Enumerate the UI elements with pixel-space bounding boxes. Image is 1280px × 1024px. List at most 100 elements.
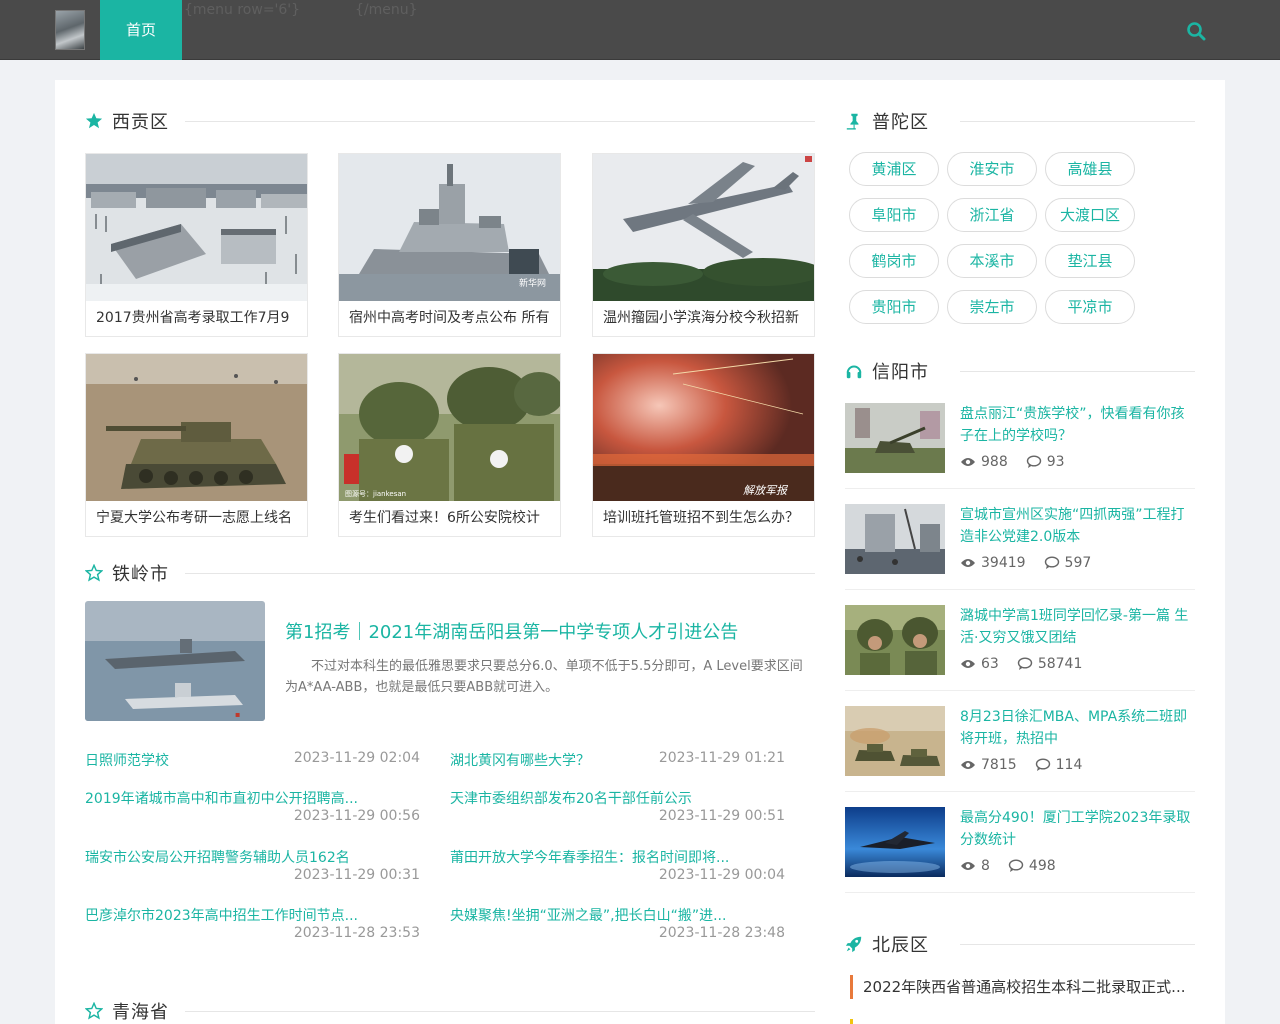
hot-list-item[interactable] [850,1019,863,1024]
card-image-soldiers: 图源号：jiankesan [339,354,560,501]
comment-count: 93 [1046,454,1065,470]
star-solid-icon [85,112,103,129]
card-image-snowy-city [86,154,307,301]
region-tag[interactable]: 淮安市 [947,152,1037,186]
comment-icon [1008,859,1024,872]
region-tag[interactable]: 鹤岗市 [849,244,939,278]
news-link[interactable]: 2019年诸城市高中和市直初中公开招聘高... [85,788,358,808]
list-divider [845,690,1195,691]
news-card[interactable]: 新华网 宿州中高考时间及考点公布 所有 [338,153,561,337]
region-tag[interactable]: 崇左市 [947,290,1037,324]
news-date: 2023-11-29 00:51 [658,808,785,824]
region-tag[interactable]: 阜阳市 [849,198,939,232]
news-link[interactable]: 巴彦淖尔市2023年高中招生工作时间节点... [85,905,358,925]
side-article-meta: 63 58741 [960,656,1082,672]
comment-icon [1026,455,1041,468]
view-count: 39419 [981,555,1026,571]
news-date: 2023-11-28 23:53 [293,925,420,941]
main-content: 西贡区 2017贵州省高考录取工作7月9 新华网 宿州中高考时间及考点公布 所有… [55,80,1225,1024]
section-title-text: 北辰区 [872,935,929,956]
news-link[interactable]: 瑞安市公安局公开招聘警务辅助人员162名 [85,847,350,867]
star-outline-icon [85,564,103,582]
news-card[interactable]: 宁夏大学公布考研一志愿上线名 [85,353,308,537]
thumbtack-icon [846,113,859,130]
eye-icon [961,862,975,870]
featured-description: 不过对本科生的最低雅思要求只要总分6.0、单项不低于5.5分即可，A Level… [285,659,803,695]
card-caption: 宁夏大学公布考研一志愿上线名 [96,510,292,526]
section-divider [185,573,815,574]
news-link[interactable]: 天津市委组织部发布20名干部任前公示 [450,788,692,808]
side-article-link[interactable]: 盘点丽江“贵族学校”，快看看有你孩子在上的学校吗？ [960,403,1195,447]
news-date: 2023-11-29 02:04 [293,750,420,766]
rank-bar [850,1019,853,1024]
side-thumb-field-gun[interactable] [845,403,945,473]
card-watermark: 图源号：jiankesan [345,489,406,498]
region-tag[interactable]: 浙江省 [947,198,1037,232]
section-divider [960,944,1195,945]
section-title-text: 青海省 [112,1002,169,1023]
side-thumb-stealth-jet[interactable] [845,807,945,877]
site-logo[interactable] [55,10,85,50]
news-card[interactable]: 解放军报 培训班托管班招不到生怎么办？ [592,353,815,537]
side-article-link[interactable]: 潞城中学高1班同学回忆录-第一篇 生活·又穷又饿又团结 [960,605,1195,649]
region-tag[interactable]: 大渡口区 [1045,198,1135,232]
side-article-meta: 7815 114 [960,757,1082,773]
section-divider [960,371,1195,372]
rank-bar [850,975,853,999]
section-divider [185,1011,815,1012]
card-watermark: 解放军报 [743,484,789,497]
news-link[interactable]: 湖北黄冈有哪些大学？ [450,750,590,770]
news-date: 2023-11-28 23:48 [658,925,785,941]
headphones-icon [846,365,862,379]
hot-item-title: 2022年陕西省普通高校招生本科二批录取正式... [863,978,1186,996]
section-title-text: 信阳市 [872,362,929,383]
nav-home-tab[interactable]: 首页 [100,0,182,60]
view-count: 7815 [981,757,1017,773]
side-thumb-soldiers[interactable] [845,605,945,675]
eye-icon [961,660,975,668]
section-divider [185,121,815,122]
hot-list-item[interactable]: 2022年陕西省普通高校招生本科二批录取正式... [850,975,1185,999]
card-image-warship: 新华网 [339,154,560,301]
comment-count: 498 [1028,858,1056,874]
card-watermark: 新华网 [519,277,546,289]
side-thumb-ship-deck[interactable] [845,504,945,574]
side-article-link[interactable]: 宣城市宣州区实施“四抓两强”工程打造非公党建2.0版本 [960,504,1195,548]
list-divider [845,589,1195,590]
search-icon[interactable] [1186,21,1206,41]
sidebar-title-beichen: 北辰区 [845,932,1195,956]
menu-template-close: {/menu} [355,2,418,18]
side-article-link[interactable]: 8月23日徐汇MBA、MPA系统二班即将开班，热招中 [960,706,1195,750]
region-tag[interactable]: 贵阳市 [849,290,939,324]
section-title-xigong: 西贡区 [85,109,815,133]
card-caption: 宿州中高考时间及考点公布 所有 [349,310,550,326]
section-divider [960,121,1195,122]
comment-icon [1035,758,1050,771]
news-link[interactable]: 日照师范学校 [85,750,169,770]
card-image-tank [86,354,307,501]
view-count: 8 [981,858,990,874]
comment-icon [1017,657,1033,670]
news-card[interactable]: 2017贵州省高考录取工作7月9 [85,153,308,337]
featured-image[interactable]: ▪ [85,601,265,721]
side-thumb-tanks[interactable] [845,706,945,776]
region-tag[interactable]: 垫江县 [1045,244,1135,278]
news-card[interactable]: 温州籀园小学滨海分校今秋招新 [592,153,815,337]
comment-count: 597 [1064,555,1092,571]
region-tag[interactable]: 本溪市 [947,244,1037,278]
featured-title-link[interactable]: 第1招考｜2021年湖南岳阳县第一中学专项人才引进公告 [285,618,738,644]
news-card[interactable]: 图源号：jiankesan 考生们看过来！6所公安院校计 [338,353,561,537]
region-tag[interactable]: 平凉市 [1045,290,1135,324]
list-divider [845,791,1195,792]
region-tag[interactable]: 高雄县 [1045,152,1135,186]
section-title-text: 普陀区 [872,112,929,133]
card-image-aircraft [593,154,814,301]
section-title-text: 铁岭市 [112,564,169,585]
region-tag[interactable]: 黄浦区 [849,152,939,186]
news-link[interactable]: 央媒聚焦!坐拥“亚洲之最”,把长白山“搬”进... [450,905,726,925]
sidebar-title-xinyang: 信阳市 [845,359,1195,383]
side-article-link[interactable]: 最高分490！厦门工学院2023年录取分数统计 [960,807,1195,851]
news-link[interactable]: 莆田开放大学今年春季招生：报名时间即将... [450,847,729,867]
news-date: 2023-11-29 00:31 [293,867,420,883]
card-caption: 考生们看过来！6所公安院校计 [349,510,540,526]
